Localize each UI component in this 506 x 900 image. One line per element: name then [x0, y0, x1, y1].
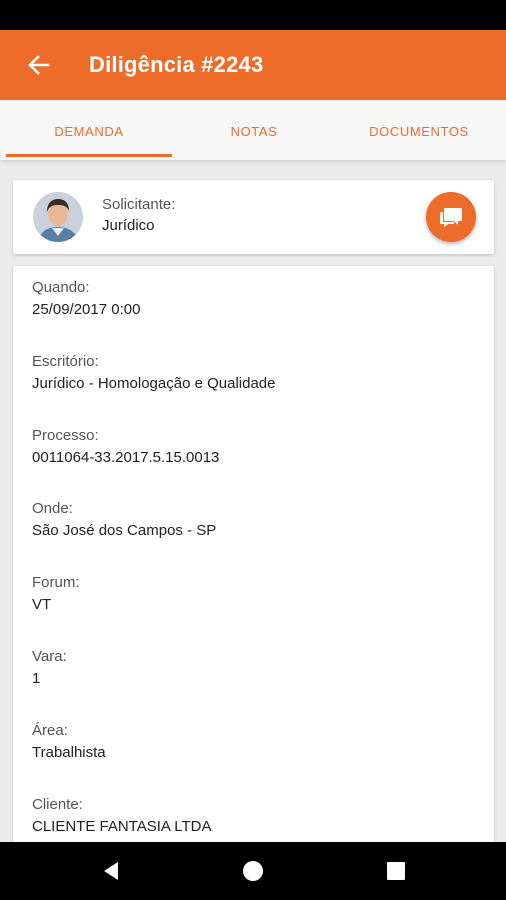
requester-label: Solicitante:: [102, 196, 176, 213]
system-nav-bar: [0, 842, 506, 900]
field-value: CLIENTE FANTASIA LTDA: [32, 818, 212, 835]
requester-card: Solicitante: Jurídico: [13, 180, 494, 254]
field-label: Quando:: [32, 279, 90, 296]
nav-home-button[interactable]: [238, 856, 268, 886]
tab-bar: DEMANDA NOTAS DOCUMENTOS: [0, 100, 506, 160]
field-area: Área: Trabalhista: [32, 721, 472, 763]
nav-back-icon: [104, 862, 118, 880]
app-bar: Diligência #2243: [0, 30, 506, 100]
field-escritorio: Escritório: Jurídico - Homologação e Qua…: [32, 352, 472, 394]
avatar: [33, 192, 83, 242]
field-label: Escritório:: [32, 353, 99, 370]
back-button[interactable]: [22, 50, 56, 80]
field-vara: Vara: 1: [32, 647, 472, 689]
chat-icon: [440, 208, 462, 227]
field-value: VT: [32, 596, 52, 613]
active-tab-indicator: [6, 154, 172, 157]
nav-recents-button[interactable]: [381, 856, 411, 886]
status-bar: [0, 0, 506, 30]
nav-home-icon: [243, 861, 263, 881]
field-value: 1: [32, 670, 41, 687]
field-quando: Quando: 25/09/2017 0:00: [32, 278, 472, 320]
field-label: Vara:: [32, 648, 67, 665]
field-value: 0011064-33.2017.5.15.0013: [32, 449, 220, 466]
field-value: 25/09/2017 0:00: [32, 301, 141, 318]
tab-documentos[interactable]: DOCUMENTOS: [336, 100, 502, 160]
page-title: Diligência #2243: [89, 52, 264, 77]
tab-demanda[interactable]: DEMANDA: [6, 100, 172, 160]
field-forum: Forum: VT: [32, 573, 472, 615]
field-label: Onde:: [32, 500, 73, 517]
details-card: Quando: 25/09/2017 0:00 Escritório: Jurí…: [13, 266, 494, 866]
field-value: São José dos Campos - SP: [32, 522, 217, 539]
field-processo: Processo: 0011064-33.2017.5.15.0013: [32, 426, 472, 468]
chat-button[interactable]: [426, 192, 476, 242]
field-label: Processo:: [32, 427, 99, 444]
field-value: Trabalhista: [32, 744, 106, 761]
field-label: Área:: [32, 722, 68, 739]
field-label: Forum:: [32, 574, 80, 591]
field-cliente: Cliente: CLIENTE FANTASIA LTDA: [32, 795, 472, 837]
field-onde: Onde: São José dos Campos - SP: [32, 499, 472, 541]
arrow-left-icon: [28, 55, 50, 75]
tab-notas[interactable]: NOTAS: [172, 100, 336, 160]
nav-back-button[interactable]: [96, 856, 126, 886]
field-value: Jurídico - Homologação e Qualidade: [32, 375, 276, 392]
nav-recents-icon: [387, 862, 405, 880]
requester-value: Jurídico: [102, 217, 155, 234]
field-label: Cliente:: [32, 796, 83, 813]
